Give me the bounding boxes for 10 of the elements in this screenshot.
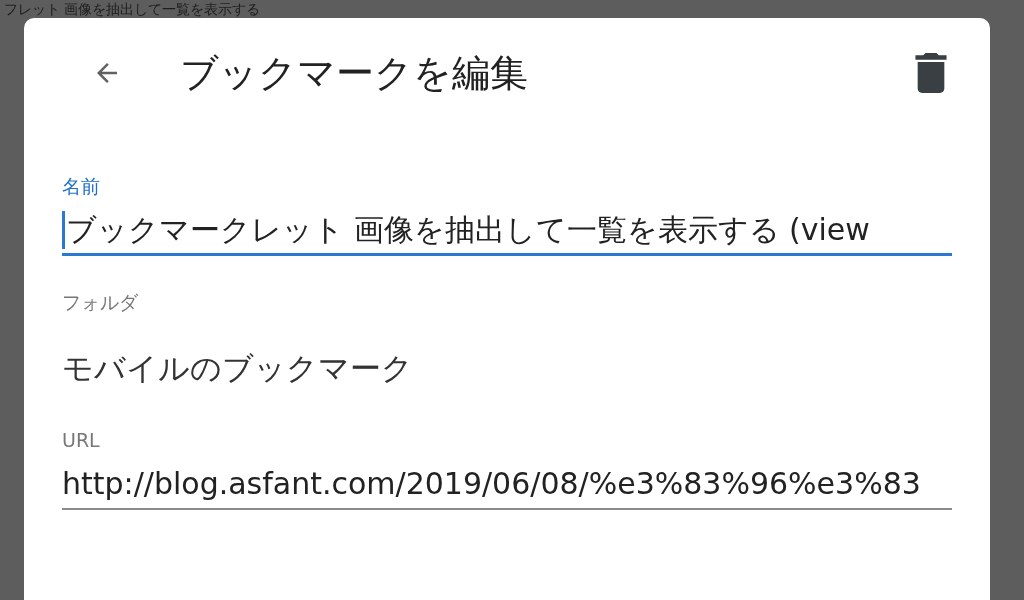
field-label: 名前 <box>62 174 101 198</box>
page-title: フレット 画像を抽出して一覧を表示する <box>4 0 261 18</box>
field-label: フォルダ <box>62 290 139 314</box>
text-cursor <box>62 210 65 249</box>
input-field[interactable]: ブックマークレット 画像を抽出して一覧を表示する (view <box>62 206 952 256</box>
dialog-title: ブックマークを編集 <box>180 50 528 96</box>
trash-icon[interactable] <box>914 53 948 93</box>
input-field[interactable]: http://blog.asfant.com/2019/06/08/%e3%83%96%e3%83 <box>62 460 952 510</box>
folder-selector[interactable]: モバイルのブックマーク <box>62 348 413 388</box>
field-label: URL <box>62 428 101 452</box>
